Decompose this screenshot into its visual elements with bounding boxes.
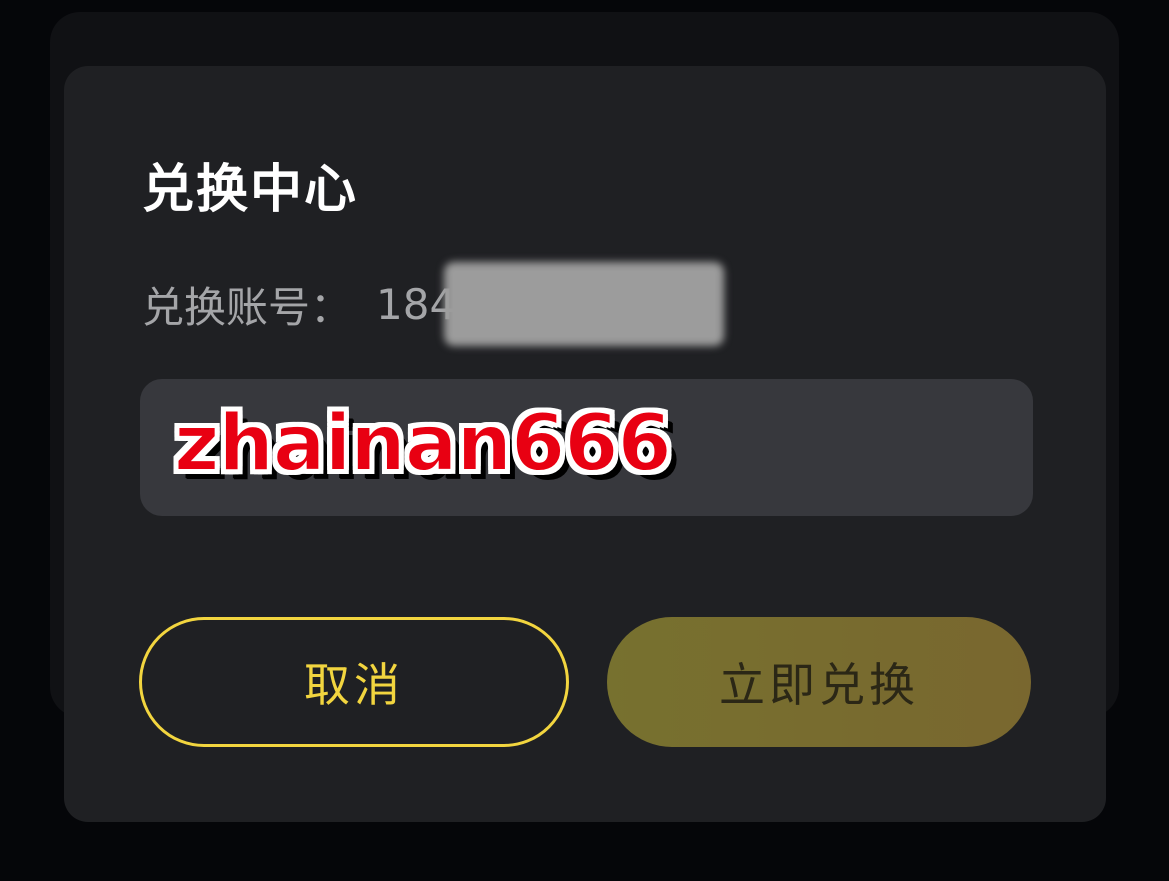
redeem-dialog: 兑换中心 兑换账号 ： 184 zhainan666 取消 立即兑换: [64, 66, 1106, 822]
account-label: 兑换账号: [142, 282, 311, 332]
dialog-title: 兑换中心: [142, 160, 359, 220]
redeem-code-field[interactable]: [140, 379, 1033, 516]
blurred-account-mask: [444, 262, 724, 346]
account-row: 兑换账号 ： 184: [142, 276, 456, 332]
redeem-now-button[interactable]: 立即兑换: [607, 617, 1031, 747]
screen: 兑换中心 兑换账号 ： 184 zhainan666 取消 立即兑换: [0, 0, 1169, 881]
account-separator: ：: [310, 282, 353, 332]
redeem-code-input[interactable]: [140, 379, 1033, 516]
cancel-button[interactable]: 取消: [139, 617, 569, 747]
